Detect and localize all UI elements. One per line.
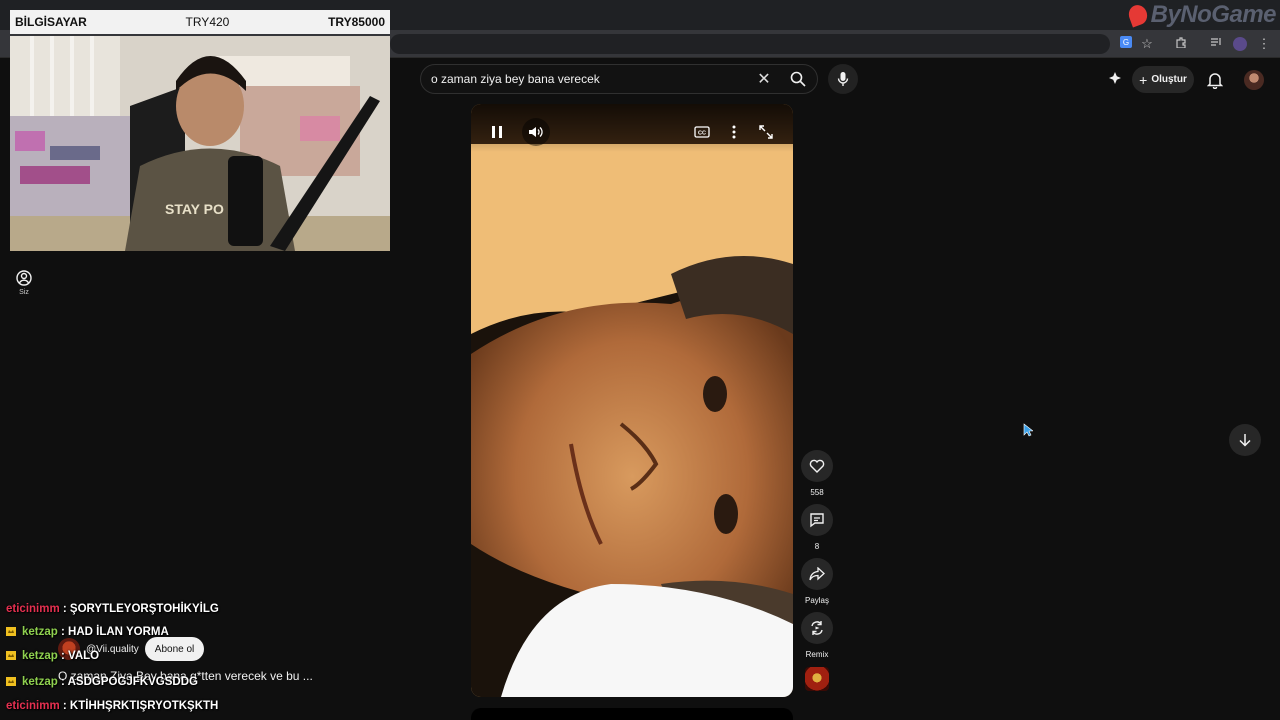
subscribe-button[interactable]: Abone ol	[144, 637, 205, 661]
user-circle-icon	[16, 270, 32, 286]
chat-text: : VALO	[61, 650, 100, 662]
chat-badge-icon	[6, 677, 16, 686]
browser-menu-icon[interactable]: ⋮	[1255, 35, 1273, 53]
pause-icon[interactable]	[485, 120, 509, 144]
shorts-create-spark-icon[interactable]	[1103, 67, 1127, 91]
next-short-arrow-icon[interactable]	[1229, 424, 1261, 456]
comment-count: 8	[814, 542, 820, 551]
chat-username: ketzap	[22, 676, 58, 688]
plus-icon: +	[1139, 71, 1148, 88]
search-icon[interactable]	[779, 65, 817, 93]
account-avatar[interactable]	[1244, 70, 1264, 90]
chat-message: ketzap : ASDGPOGJFKVGSDDG	[6, 676, 198, 688]
bynogame-watermark: ByNoGame	[1125, 0, 1280, 30]
chat-message: eticinimm : KTİHHŞRKTIŞRYOTKŞKTH	[6, 700, 218, 712]
chat-username: eticinimm	[6, 603, 60, 615]
bookmark-star-icon[interactable]: ☆	[1138, 35, 1156, 53]
like-count: 558	[810, 488, 824, 497]
bynogame-logo-icon	[1125, 2, 1150, 28]
chat-text: : HAD İLAN YORMA	[61, 626, 169, 638]
clear-search-icon[interactable]: ✕	[749, 65, 779, 93]
svg-text:STAY PO: STAY PO	[165, 201, 224, 217]
chat-text: : KTİHHŞRKTIŞRYOTKŞKTH	[62, 700, 219, 712]
chat-badge-icon	[6, 627, 16, 636]
share-label: Paylaş	[804, 596, 829, 605]
chat-text: : ASDGPOGJFKVGSDDG	[61, 676, 198, 688]
comments-action[interactable]: 8	[800, 504, 834, 551]
balance-name: BİLGİSAYAR	[15, 15, 87, 29]
short-player-controls: CC	[471, 104, 793, 152]
extensions-icon[interactable]	[1172, 35, 1190, 53]
chat-username: ketzap	[22, 650, 58, 662]
svg-text:G: G	[1123, 38, 1129, 47]
fullscreen-icon[interactable]	[754, 120, 778, 144]
next-short-preview[interactable]	[471, 708, 793, 720]
create-label: Oluştur	[1151, 74, 1187, 85]
sound-thumbnail[interactable]	[805, 667, 829, 691]
short-video-frame	[471, 104, 793, 697]
search-box[interactable]: o zaman ziya bey bana verecek ✕	[420, 64, 818, 94]
chat-text: : ŞORYTLEYORŞTOHİKYİLG	[62, 603, 219, 615]
address-bar[interactable]	[390, 34, 1110, 54]
create-button[interactable]: + Oluştur	[1132, 66, 1194, 93]
sidebar-item-you[interactable]: Siz	[10, 270, 38, 306]
chat-username: eticinimm	[6, 700, 60, 712]
translate-icon[interactable]: G	[1117, 35, 1135, 53]
notifications-bell-icon[interactable]	[1203, 68, 1227, 92]
chat-message: ketzap : HAD İLAN YORMA	[6, 626, 169, 638]
voice-search-mic-icon[interactable]	[828, 64, 858, 94]
short-video-player[interactable]: CC	[471, 104, 793, 697]
like-heart-icon[interactable]	[801, 450, 833, 482]
share-action[interactable]: Paylaş	[800, 558, 834, 605]
bynogame-text: ByNoGame	[1150, 1, 1277, 28]
balance-right: TRY85000	[328, 15, 385, 29]
comments-icon[interactable]	[801, 504, 833, 536]
media-controls-icon[interactable]	[1207, 35, 1225, 53]
volume-icon[interactable]	[522, 118, 550, 146]
remix-icon[interactable]	[801, 612, 833, 644]
captions-icon[interactable]: CC	[690, 120, 714, 144]
search-input[interactable]: o zaman ziya bey bana verecek	[431, 72, 749, 86]
mouse-cursor-icon	[1023, 423, 1034, 442]
sidebar-item-you-label: Siz	[19, 289, 29, 296]
chat-username: ketzap	[22, 626, 58, 638]
remix-action[interactable]: Remix	[800, 612, 834, 659]
chat-message: eticinimm : ŞORYTLEYORŞTOHİKYİLG	[6, 603, 219, 615]
share-arrow-icon[interactable]	[801, 558, 833, 590]
svg-text:CC: CC	[698, 131, 706, 137]
balance-mid: TRY420	[185, 15, 230, 29]
chat-message: ketzap : VALO	[6, 650, 99, 662]
like-action[interactable]: 558	[800, 450, 834, 497]
balance-bar: BİLGİSAYAR TRY420 TRY85000	[10, 10, 390, 34]
remix-label: Remix	[805, 650, 829, 659]
chat-badge-icon	[6, 651, 16, 660]
profile-icon[interactable]	[1231, 35, 1249, 53]
more-options-icon[interactable]	[722, 120, 746, 144]
webcam-feed: STAY PO	[10, 36, 390, 251]
